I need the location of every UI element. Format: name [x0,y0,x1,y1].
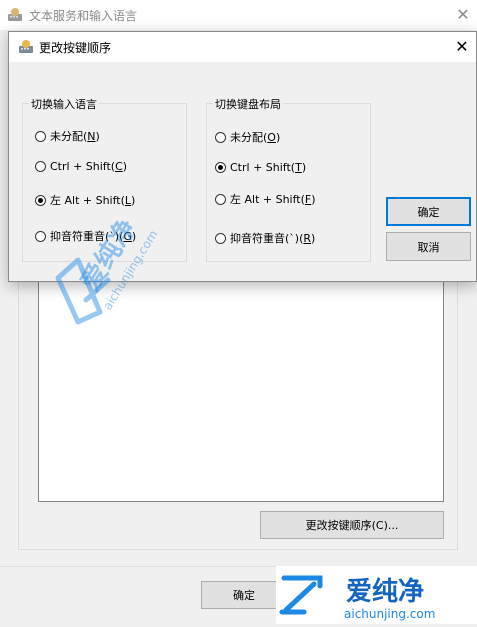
ok-label: 确定 [417,205,440,219]
radio-button[interactable] [35,230,46,242]
ok-button[interactable]: 确定 [386,197,471,226]
radio-label: 左 Alt + Shift( [230,193,305,206]
access-key: G [123,229,132,243]
radio-label: 未分配( [230,131,268,144]
access-key: R [303,231,312,245]
switch-input-language-group: 切换输入语言 未分配(N) Ctrl + Shift(C) 左 Alt + Sh… [22,96,187,262]
radio-button[interactable] [35,161,46,172]
close-icon[interactable]: ✕ [448,32,476,62]
radio-label: 抑音符重音(`)( [230,232,304,245]
back-ok-button[interactable]: 确定 [201,581,287,609]
radio-label: Ctrl + Shift( [230,161,296,174]
switch-keyboard-layout-group: 切换键盘布局 未分配(O) Ctrl + Shift(T) 左 Alt + Sh… [206,96,371,262]
access-key: C [115,160,123,173]
back-window-title: 文本服务和输入语言 [29,9,138,23]
radio-label-tail: ) [275,130,281,144]
radio-label-tail: ) [311,231,316,245]
radio-label-tail: ) [95,129,100,143]
dialog-titlebar: 更改按键顺序 ✕ [9,32,476,62]
radio-button[interactable] [35,130,46,142]
change-key-sequence-button[interactable]: 更改按键顺序(C)... [260,511,444,539]
radio-left-alt-shift[interactable]: 左 Alt + Shift(L) [35,192,135,208]
back-titlebar: 文本服务和输入语言 ✕ [0,0,477,30]
radio-label: 抑音符重音(`)( [50,230,124,243]
back-ok-label: 确定 [233,589,255,602]
keyboard-globe-icon [8,8,22,21]
radio-label-tail: ) [301,161,307,174]
radio-button-selected[interactable] [35,194,46,206]
radio-unassigned[interactable]: 未分配(N) [35,128,100,144]
radio-label-tail: ) [122,160,128,173]
radio-unassigned[interactable]: 未分配(O) [215,129,280,145]
footer-divider [0,566,477,567]
cancel-label: 取消 [417,240,440,254]
radio-label: 左 Alt + Shift( [50,194,125,207]
change-key-sequence-dialog: 更改按键顺序 ✕ 切换输入语言 未分配(N) Ctrl + Shift(C) 左… [8,31,477,282]
access-key: O [267,130,276,144]
close-icon[interactable]: ✕ [449,0,477,30]
access-key: N [87,129,96,143]
radio-button[interactable] [215,232,226,244]
radio-grave-accent[interactable]: 抑音符重音(`)(G) [35,228,136,244]
radio-label: 未分配( [50,130,88,143]
radio-label-tail: ) [131,193,136,207]
group-label: 切换输入语言 [29,96,99,112]
keyboard-globe-icon [19,40,33,53]
radio-button[interactable] [215,131,226,143]
radio-grave-accent[interactable]: 抑音符重音(`)(R) [215,230,315,246]
access-key: T [295,161,302,174]
radio-button[interactable] [215,193,226,205]
group-label: 切换键盘布局 [213,96,283,112]
dialog-title: 更改按键顺序 [39,41,112,55]
radio-left-alt-shift[interactable]: 左 Alt + Shift(F) [215,191,316,207]
radio-label: Ctrl + Shift( [50,160,116,173]
radio-ctrl-shift[interactable]: Ctrl + Shift(T) [215,161,306,174]
radio-label-tail: ) [311,192,316,206]
cancel-button[interactable]: 取消 [386,232,471,261]
radio-button-selected[interactable] [215,162,226,173]
radio-label-tail: ) [131,229,137,243]
change-key-sequence-label: 更改按键顺序(C)... [305,519,399,532]
radio-ctrl-shift[interactable]: Ctrl + Shift(C) [35,160,127,173]
